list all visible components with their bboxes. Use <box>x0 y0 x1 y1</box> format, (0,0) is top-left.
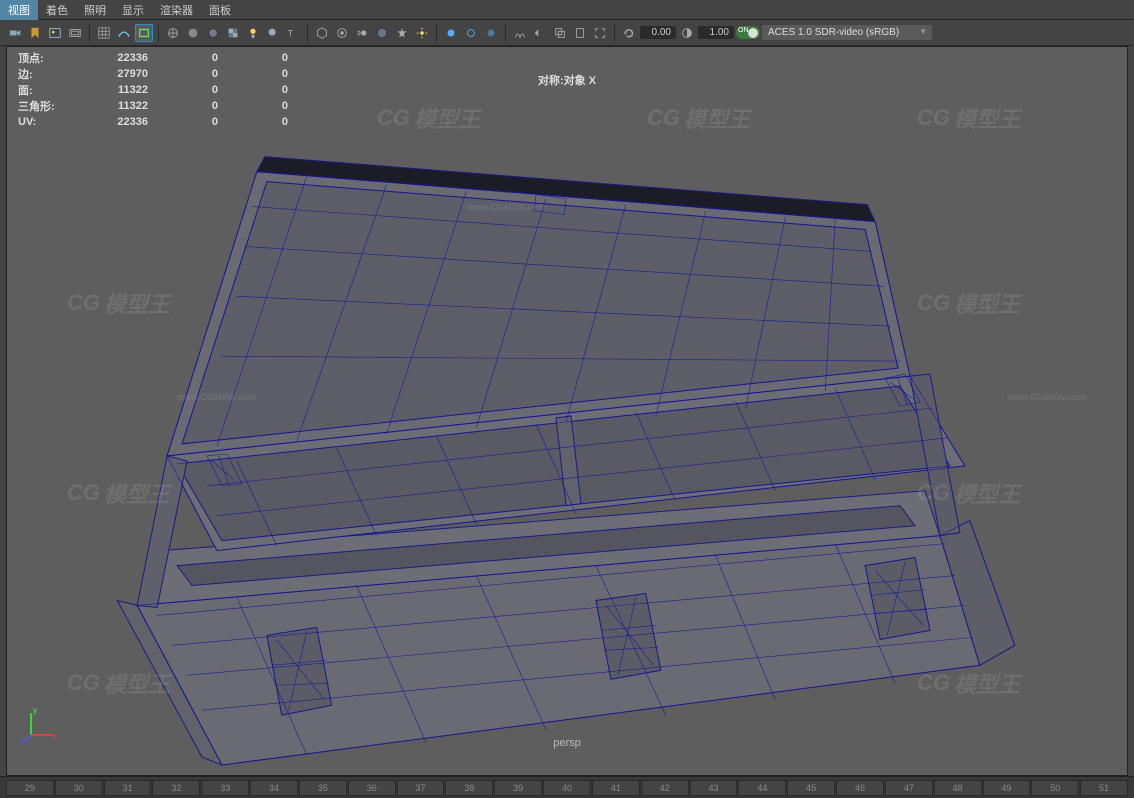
shaded-icon[interactable] <box>184 24 202 42</box>
motion-blur-icon[interactable] <box>353 24 371 42</box>
frame-cell[interactable]: 48 <box>934 780 982 796</box>
menu-shading[interactable]: 着色 <box>38 0 76 20</box>
menu-view[interactable]: 视图 <box>0 0 38 20</box>
aa-icon[interactable] <box>462 24 480 42</box>
image-plane-icon[interactable] <box>46 24 64 42</box>
stat-row-uvs: UV: 22336 0 0 <box>18 114 288 130</box>
menu-panels[interactable]: 面板 <box>201 0 239 20</box>
bookmark-icon[interactable] <box>26 24 44 42</box>
exposure-field[interactable]: 0.00 <box>640 26 676 39</box>
colorspace-dropdown[interactable]: ACES 1.0 SDR-video (sRGB) <box>762 25 932 40</box>
isolate-icon[interactable] <box>313 24 331 42</box>
camera-label: persp <box>553 737 581 749</box>
frame-cell[interactable]: 50 <box>1031 780 1079 796</box>
textured-icon[interactable] <box>224 24 242 42</box>
frame-cell[interactable]: 35 <box>299 780 347 796</box>
separator <box>307 24 308 42</box>
copy-icon[interactable] <box>551 24 569 42</box>
svg-text:z: z <box>21 736 25 745</box>
ao-icon[interactable]: T <box>284 24 302 42</box>
wireframe-shaded-icon[interactable] <box>204 24 222 42</box>
frame-cell[interactable]: 31 <box>104 780 152 796</box>
gate-mask-icon[interactable] <box>135 24 153 42</box>
svg-text:T: T <box>288 28 294 38</box>
scene-wireframe <box>7 47 1127 775</box>
xgen-icon[interactable] <box>511 24 529 42</box>
dof-icon[interactable] <box>442 24 460 42</box>
menu-show[interactable]: 显示 <box>114 0 152 20</box>
poly-icon[interactable] <box>531 24 549 42</box>
axis-gizmo[interactable]: y x z <box>21 705 61 745</box>
fog-icon[interactable] <box>413 24 431 42</box>
curve-icon[interactable] <box>115 24 133 42</box>
separator <box>89 24 90 42</box>
paste-icon[interactable] <box>571 24 589 42</box>
separator <box>614 24 615 42</box>
frame-cell[interactable]: 45 <box>787 780 835 796</box>
frame-cell[interactable]: 40 <box>543 780 591 796</box>
gpu-icon[interactable] <box>482 24 500 42</box>
ssao-icon[interactable] <box>373 24 391 42</box>
color-mgmt-toggle[interactable]: ON <box>736 26 760 39</box>
symmetry-hud: 对称:对象 X <box>538 72 596 88</box>
frame-cell[interactable]: 38 <box>445 780 493 796</box>
frame-cell[interactable]: 43 <box>690 780 738 796</box>
frame-cell[interactable]: 37 <box>397 780 445 796</box>
frame-cell[interactable]: 41 <box>592 780 640 796</box>
grid-icon[interactable] <box>95 24 113 42</box>
svg-text:y: y <box>33 706 37 715</box>
exposure-icon[interactable] <box>393 24 411 42</box>
menu-renderer[interactable]: 渲染器 <box>152 0 201 20</box>
stat-row-edges: 边: 27970 0 0 <box>18 66 288 82</box>
frame-cell[interactable]: 44 <box>738 780 786 796</box>
menu-lighting[interactable]: 照明 <box>76 0 114 20</box>
viewport-toolbar: T 0.00 1.00 ON ACES 1.0 SDR-video (sRGB) <box>0 20 1134 46</box>
gamma-icon[interactable] <box>678 24 696 42</box>
stat-row-tris: 三角形: 11322 0 0 <box>18 98 288 114</box>
frame-cell[interactable]: 33 <box>201 780 249 796</box>
separator <box>505 24 506 42</box>
frame-cell[interactable]: 36 <box>348 780 396 796</box>
panel-menubar: 视图 着色 照明 显示 渲染器 面板 <box>0 0 1134 20</box>
refresh-icon[interactable] <box>620 24 638 42</box>
frame-cell[interactable]: 32 <box>152 780 200 796</box>
frame-cell[interactable]: 29 <box>6 780 54 796</box>
xray-icon[interactable] <box>333 24 351 42</box>
timeline-bar[interactable]: 29 30 31 32 33 34 35 36 37 38 39 40 41 4… <box>0 776 1134 798</box>
stat-row-verts: 顶点: 22336 0 0 <box>18 50 288 66</box>
separator <box>158 24 159 42</box>
separator <box>436 24 437 42</box>
wireframe-icon[interactable] <box>164 24 182 42</box>
expand-icon[interactable] <box>591 24 609 42</box>
film-gate-icon[interactable] <box>66 24 84 42</box>
frame-cell[interactable]: 42 <box>641 780 689 796</box>
poly-stats-hud: 顶点: 22336 0 0 边: 27970 0 0 面: 11322 0 0 … <box>18 50 288 130</box>
select-camera-icon[interactable] <box>6 24 24 42</box>
lights-icon[interactable] <box>244 24 262 42</box>
viewport-persp[interactable]: CG模型王 CG模型王 CG模型王 CG模型王 CG模型王 CG模型王 CG模型… <box>6 46 1128 776</box>
frame-cell[interactable]: 39 <box>494 780 542 796</box>
frame-cell[interactable]: 49 <box>983 780 1031 796</box>
frame-cell[interactable]: 51 <box>1080 780 1128 796</box>
frame-cell[interactable]: 47 <box>885 780 933 796</box>
frame-cell[interactable]: 46 <box>836 780 884 796</box>
frame-cell[interactable]: 34 <box>250 780 298 796</box>
frame-cell[interactable]: 30 <box>55 780 103 796</box>
svg-text:x: x <box>53 732 57 741</box>
shadows-icon[interactable] <box>264 24 282 42</box>
stat-row-faces: 面: 11322 0 0 <box>18 82 288 98</box>
gamma-field[interactable]: 1.00 <box>698 26 734 39</box>
